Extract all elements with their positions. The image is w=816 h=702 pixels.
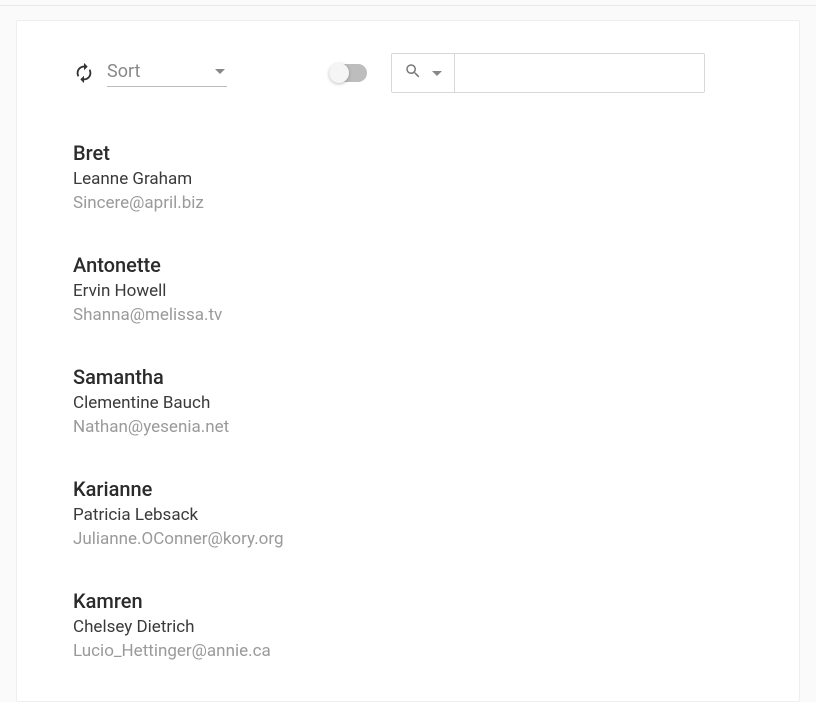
user-username: Bret [73, 141, 743, 165]
user-name: Clementine Bauch [73, 393, 743, 413]
user-email: Nathan@yesenia.net [73, 417, 743, 437]
chevron-down-icon [432, 71, 442, 76]
view-toggle[interactable] [329, 64, 367, 82]
sort-label: Sort [107, 61, 140, 82]
user-email: Julianne.OConner@kory.org [73, 529, 743, 549]
list-item[interactable]: Antonette Ervin Howell Shanna@melissa.tv [73, 253, 743, 325]
user-email: Sincere@april.biz [73, 193, 743, 213]
list-item[interactable]: Karianne Patricia Lebsack Julianne.OConn… [73, 477, 743, 549]
content-card: Sort Bret Leanne Graham Sincere@april.bi… [16, 20, 800, 702]
search-field-select[interactable] [391, 53, 455, 93]
user-email: Shanna@melissa.tv [73, 305, 743, 325]
user-username: Karianne [73, 477, 743, 501]
refresh-icon[interactable] [73, 62, 95, 84]
user-username: Antonette [73, 253, 743, 277]
user-list: Bret Leanne Graham Sincere@april.biz Ant… [73, 141, 743, 661]
search-input[interactable] [455, 53, 705, 93]
chevron-down-icon [215, 69, 225, 74]
user-username: Kamren [73, 589, 743, 613]
search-group [391, 53, 705, 93]
user-name: Chelsey Dietrich [73, 617, 743, 637]
list-item[interactable]: Bret Leanne Graham Sincere@april.biz [73, 141, 743, 213]
list-item[interactable]: Kamren Chelsey Dietrich Lucio_Hettinger@… [73, 589, 743, 661]
user-username: Samantha [73, 365, 743, 389]
user-name: Leanne Graham [73, 169, 743, 189]
sort-select[interactable]: Sort [107, 59, 227, 87]
user-name: Ervin Howell [73, 281, 743, 301]
search-icon [404, 62, 422, 84]
toggle-thumb [329, 63, 349, 83]
user-name: Patricia Lebsack [73, 505, 743, 525]
list-item[interactable]: Samantha Clementine Bauch Nathan@yesenia… [73, 365, 743, 437]
page-divider [0, 5, 816, 6]
toolbar: Sort [73, 53, 743, 93]
user-email: Lucio_Hettinger@annie.ca [73, 641, 743, 661]
